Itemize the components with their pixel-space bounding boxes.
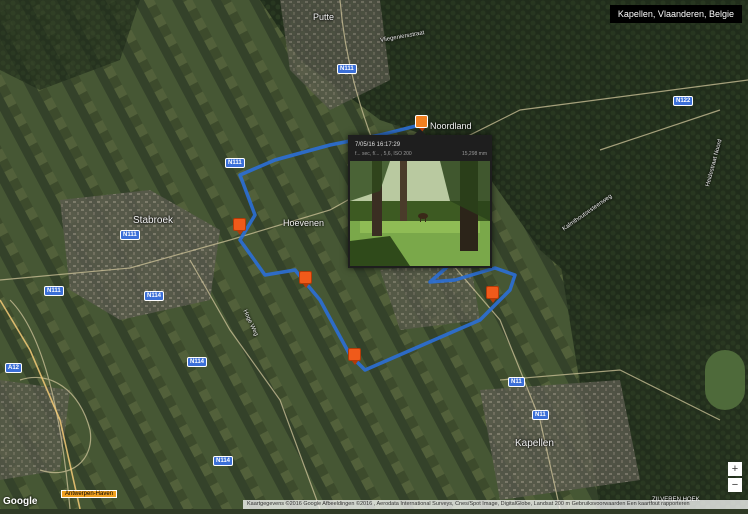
photo-thumbnail[interactable] bbox=[350, 161, 490, 266]
map-attribution[interactable]: Kaartgegevens ©2016 Google Afbeeldingen … bbox=[243, 500, 748, 509]
road-shield-n111: N111 bbox=[337, 64, 357, 74]
place-label-kapellen: Kapellen bbox=[515, 438, 554, 449]
place-label-hoevenen: Hoevenen bbox=[283, 218, 325, 228]
location-label: Kapellen, Vlaanderen, Belgie bbox=[609, 5, 742, 23]
road-shield-n111: N111 bbox=[120, 230, 140, 240]
highway-sign: Antwerpen-Haven bbox=[61, 490, 118, 498]
photo-date: 7/05/16 16:17:29 bbox=[355, 142, 401, 148]
place-label-stabroek: Stabroek bbox=[133, 215, 174, 226]
google-logo: Google bbox=[3, 496, 38, 507]
road-shield-n111: N111 bbox=[44, 286, 64, 296]
place-label-putte: Putte bbox=[313, 12, 335, 22]
road-shield-a12: A12 bbox=[5, 363, 23, 373]
place-label-noordland: Noordland bbox=[430, 121, 472, 131]
zoom-out-button[interactable]: − bbox=[728, 478, 742, 492]
road-shield-n114: N114 bbox=[187, 357, 208, 367]
road-shield-n11: N11 bbox=[508, 377, 525, 387]
photo-marker[interactable] bbox=[486, 286, 499, 303]
road-shield-n114: N114 bbox=[213, 456, 234, 466]
road-shield-n111: N111 bbox=[225, 158, 245, 168]
photo-popup[interactable]: 7/05/16 16:17:29 f... sec, f/... , 5,6, … bbox=[348, 129, 492, 268]
zoom-in-button[interactable]: + bbox=[728, 462, 742, 476]
selected-photo-marker[interactable] bbox=[415, 115, 428, 132]
photo-exif: f... sec, f/... , 5,6, ISO 200 bbox=[355, 151, 412, 157]
road-shield-n122: N122 bbox=[673, 96, 694, 106]
photo-focal-length: 15,298 mm bbox=[461, 151, 487, 157]
photo-marker[interactable] bbox=[299, 271, 312, 288]
photo-marker[interactable] bbox=[233, 218, 246, 235]
road-shield-n11: N11 bbox=[532, 410, 549, 420]
road-shield-n114: N114 bbox=[144, 291, 165, 301]
photo-marker[interactable] bbox=[348, 348, 361, 365]
